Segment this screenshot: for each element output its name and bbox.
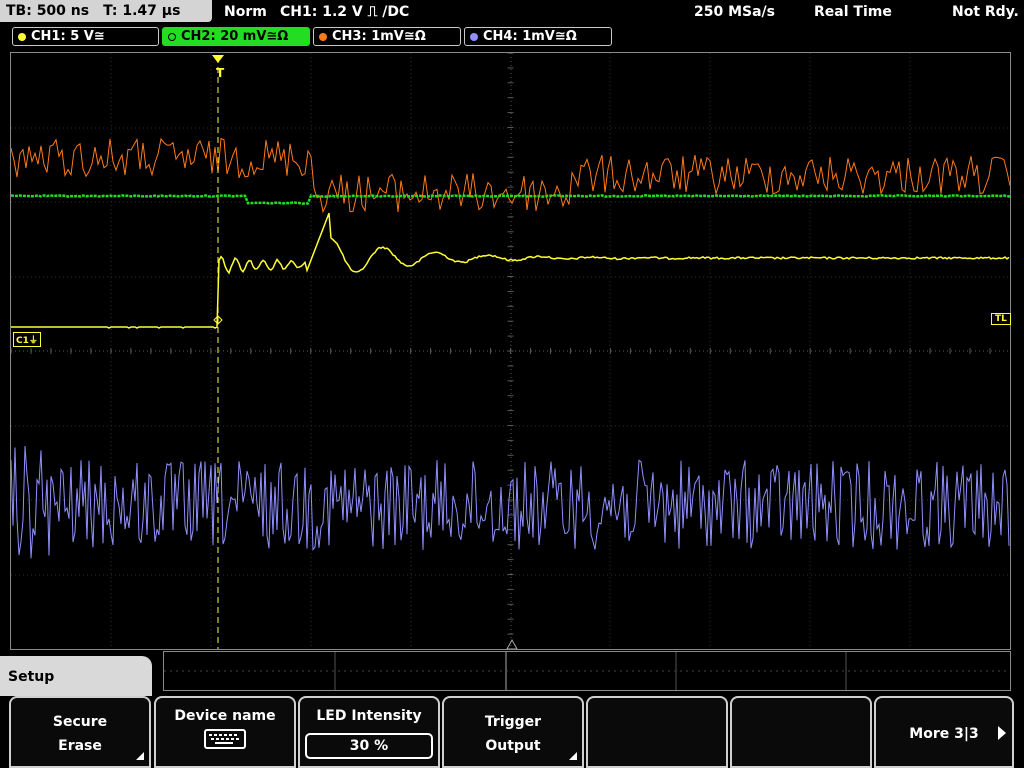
submenu-corner-icon	[136, 752, 144, 760]
ch1-dot-icon	[18, 32, 26, 41]
softkey-empty-1[interactable]	[586, 696, 728, 768]
menu-title-setup: Setup	[0, 656, 152, 696]
secure-erase-button[interactable]: Secure Erase	[9, 696, 151, 768]
more-label: More 3|3	[909, 726, 979, 742]
ch2-label: CH2: 20 mV≅Ω	[181, 29, 289, 44]
next-page-icon	[998, 726, 1006, 740]
submenu-corner-icon	[569, 752, 577, 760]
lower-panel	[163, 651, 1011, 691]
waveform-ch1	[11, 212, 1010, 329]
ch4-dot-icon	[470, 32, 478, 41]
ch2-dot-icon	[168, 32, 176, 41]
tab-ch3[interactable]: CH3: 1mV≅Ω	[313, 27, 461, 46]
led-intensity-button[interactable]: LED Intensity 30 %	[298, 696, 440, 768]
led-intensity-value: 30 %	[305, 733, 433, 759]
timebase-value: TB: 500 ns	[6, 3, 90, 19]
trigger-output-label-2: Output	[485, 738, 541, 754]
ch1-ground-marker[interactable]: C1⏚	[13, 332, 41, 347]
ch3-dot-icon	[319, 32, 327, 41]
graticule	[11, 53, 1010, 649]
realtime-mode: Real Time	[814, 4, 892, 20]
device-name-button[interactable]: Device name	[154, 696, 296, 768]
softkey-bar: Secure Erase Device name LED Intensity 3…	[0, 694, 1024, 768]
waveform-ch4	[11, 445, 1010, 559]
ready-status: Not Rdy.	[952, 4, 1019, 20]
trigger-level-marker[interactable]: TL	[991, 313, 1011, 325]
ch1-label: CH1: 5 V≅	[31, 29, 105, 44]
waveform-canvas: T	[11, 53, 1010, 649]
trigger-time-value: T: 1.47 µs	[103, 3, 181, 19]
keyboard-icon	[204, 729, 246, 749]
acquisition-mode[interactable]: Norm	[224, 0, 267, 24]
led-intensity-label: LED Intensity	[316, 708, 422, 724]
center-marker-icon	[506, 638, 518, 649]
timebase-box[interactable]: TB: 500 ns T: 1.47 µs	[0, 0, 212, 22]
trigger-marker-label: T	[216, 66, 225, 80]
waveform-display[interactable]: T C1⏚ TL	[10, 52, 1011, 650]
sample-rate: 250 MSa/s	[694, 4, 776, 20]
softkey-empty-2[interactable]	[730, 696, 872, 768]
lower-panel-grid	[164, 652, 1010, 690]
secure-erase-label-2: Erase	[58, 738, 102, 754]
device-name-label: Device name	[174, 708, 276, 724]
tab-ch2[interactable]: CH2: 20 mV≅Ω	[162, 27, 310, 46]
tab-ch4[interactable]: CH4: 1mV≅Ω	[464, 27, 612, 46]
channel-tabs: CH1: 5 V≅ CH2: 20 mV≅Ω CH3: 1mV≅Ω CH4: 1…	[0, 27, 1024, 49]
tab-ch1[interactable]: CH1: 5 V≅	[12, 27, 159, 46]
ch4-label: CH4: 1mV≅Ω	[483, 29, 577, 44]
secure-erase-label: Secure	[52, 714, 108, 730]
trigger-output-label: Trigger	[484, 714, 542, 730]
trigger-output-button[interactable]: Trigger Output	[442, 696, 584, 768]
trigger-settings[interactable]: CH1: 1.2 V ⎍ /DC	[280, 0, 409, 24]
more-button[interactable]: More 3|3	[874, 696, 1014, 768]
trigger-position-icon[interactable]	[212, 55, 224, 63]
ch3-label: CH3: 1mV≅Ω	[332, 29, 426, 44]
status-bar: TB: 500 ns T: 1.47 µs Norm CH1: 1.2 V ⎍ …	[0, 0, 1024, 24]
